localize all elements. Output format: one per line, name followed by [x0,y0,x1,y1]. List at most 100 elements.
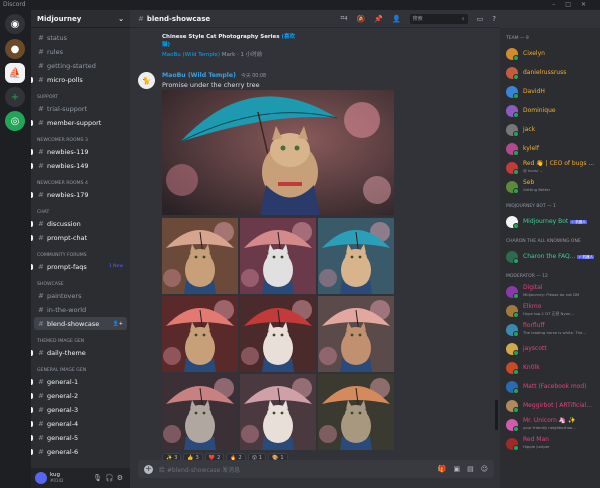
server-header[interactable]: Midjourney ⌄ [31,10,130,28]
channel-label: newbies-119 [47,147,89,156]
mic-icon[interactable]: 🎙 [93,474,105,482]
sticker-icon[interactable]: ▤ [467,465,474,473]
channel-item-prompt-faqs[interactable]: # prompt-faqs 1 New [31,260,127,273]
grid-image-2[interactable] [240,218,316,294]
threads-icon[interactable]: ⌗4 [340,14,347,23]
channel-item-general-5[interactable]: # general-5 [31,431,127,444]
member-item[interactable]: jayscott [500,339,600,358]
user-avatar[interactable] [35,472,47,484]
chat-scrollbar[interactable] [495,400,498,430]
add-attachment-icon[interactable]: + [144,464,153,474]
member-item[interactable]: Kn0lk [500,358,600,377]
channel-item-status[interactable]: # status [34,31,127,44]
member-item[interactable]: Cixelyn [500,44,600,63]
channel-category[interactable]: NEWCOMER ROOMS 4 [31,173,130,188]
midjourney-server-icon[interactable]: ⛵ [5,63,25,83]
member-item[interactable]: Mr. Unicorn 🦄 ✨ your friendly neighborhoo… [500,415,600,434]
emoji-icon[interactable]: ☺ [481,465,488,473]
channel-category[interactable]: SHOWCASE [31,274,130,289]
channel-category[interactable]: NEWCOMER ROOMS 3 [31,130,130,145]
grid-image-9[interactable] [318,374,394,450]
channel-title: blend-showcase [146,14,211,23]
member-list-icon[interactable]: 👤 [392,15,401,23]
server-name: Midjourney [37,14,82,23]
grid-image-8[interactable] [240,374,316,450]
member-avatar [506,323,519,337]
gear-icon[interactable]: ⚙ [117,474,126,482]
channel-item-blend-showcase[interactable]: # blend-showcase 👤+ [34,317,127,330]
channel-item-rules[interactable]: # rules [34,45,127,58]
channel-item-general-2[interactable]: # general-2 [31,389,127,402]
grid-image-3[interactable] [318,218,394,294]
channel-item-general-1[interactable]: # general-1 [31,375,127,388]
member-name: Matt (Facebook mod) [523,382,587,390]
channel-item-general-4[interactable]: # general-4 [31,417,127,430]
channel-item-trial-support[interactable]: # trial-support [34,102,127,115]
channel-category[interactable]: COMMUNITY FORUMS [31,245,130,260]
member-item[interactable]: Red 👋 | CEO of bugs ... @ kunsr ... [500,158,600,177]
member-item[interactable]: fiorfluff The leading horse is white. The… [500,320,600,339]
search-input[interactable]: 搜索 ⌕ [409,13,468,24]
message-composer[interactable]: + 给 #blend-showcase 发消息 🎁 ▣ ▤ ☺ [138,460,494,478]
image-main[interactable] [162,90,394,215]
channel-item-paintovers[interactable]: # paintovers [34,289,127,302]
discord-home-icon[interactable]: ◉ [5,14,25,34]
channel-item-getting-started[interactable]: # getting-started [34,59,127,72]
channel-category[interactable]: GENERAL IMAGE GEN [31,360,130,375]
member-item[interactable]: Digital Midjourney: Please do not DM [500,282,600,301]
inbox-icon[interactable]: ▭ [477,15,484,23]
channel-item-general-6[interactable]: # general-6 [31,445,127,458]
reply-preview[interactable]: Chinese Style Cat Photography Series (喜欢… [162,32,302,58]
channel-item-discussion[interactable]: # discussion [31,217,127,230]
channel-item-daily-theme[interactable]: # daily-theme [31,346,127,359]
add-server-icon[interactable]: + [5,87,25,107]
member-avatar [506,361,519,375]
channel-item-newbies-119[interactable]: # newbies-119 [31,145,127,158]
member-item[interactable]: Matt (Facebook mod) [500,377,600,396]
channel-item-general-3[interactable]: # general-3 [31,403,127,416]
grid-image-6[interactable] [318,296,394,372]
channel-item-micro-polls[interactable]: # micro-polls [31,73,127,86]
member-item[interactable]: kylelf [500,139,600,158]
image-grid [162,218,394,450]
member-avatar [506,215,519,229]
member-item[interactable]: Charon the FAQ... ✓ 机器人 [500,247,600,266]
grid-image-1[interactable] [162,218,238,294]
grid-image-4[interactable] [162,296,238,372]
member-item[interactable]: Meggirbot | ARTificial... [500,396,600,415]
member-item[interactable]: Dominique [500,101,600,120]
channel-item-in-the-world[interactable]: # in-the-world [34,303,127,316]
member-item[interactable]: Seb Getting Better [500,177,600,196]
channel-label: paintovers [47,291,82,300]
grid-image-5[interactable] [240,296,316,372]
explore-servers-icon[interactable]: ◎ [5,111,25,131]
hashtag-icon: # [38,147,44,156]
pin-icon[interactable]: 📌 [374,15,383,23]
member-list: TEAM — 9 Cixelyn danielrussruss DavidH Domin… [500,28,600,488]
gift-icon[interactable]: 🎁 [438,465,447,473]
channel-item-prompt-chat[interactable]: # prompt-chat [31,231,127,244]
channel-category[interactable]: SUPPORT [31,87,130,102]
gif-icon[interactable]: ▣ [453,465,460,473]
message-author[interactable]: MaoBu (Wild Temple) [162,72,236,79]
member-item[interactable]: Midjourney Bot ✓ 机器人 [500,212,600,231]
member-item[interactable]: jack [500,120,600,139]
help-icon[interactable]: ? [492,15,496,23]
message-avatar[interactable]: 🐈 [138,72,155,89]
member-item[interactable]: Red Man Hippie Juniper [500,434,600,453]
grid-image-7[interactable] [162,374,238,450]
member-item[interactable]: Elkmo Hype top-1 DT 正经 Nyan... [500,301,600,320]
window-controls[interactable]: –□✕ [552,0,596,10]
headphones-icon[interactable]: 🎧 [105,474,117,482]
channel-category[interactable]: THEMED IMAGE GEN [31,331,130,346]
member-item[interactable]: danielrussruss [500,63,600,82]
invite-icon[interactable]: 👤+ [113,321,123,327]
channel-item-member-support[interactable]: # member-support [31,116,127,129]
member-item[interactable]: DavidH [500,82,600,101]
channel-item-newbies-149[interactable]: # newbies-149 [31,159,127,172]
channel-category[interactable]: CHAT [31,202,130,217]
notification-bell-icon[interactable]: 🔕 [357,15,366,23]
channel-item-newbies-179[interactable]: # newbies-179 [31,188,127,201]
server-icon-1[interactable]: ● [5,39,25,59]
member-status: Getting Better [523,187,551,192]
